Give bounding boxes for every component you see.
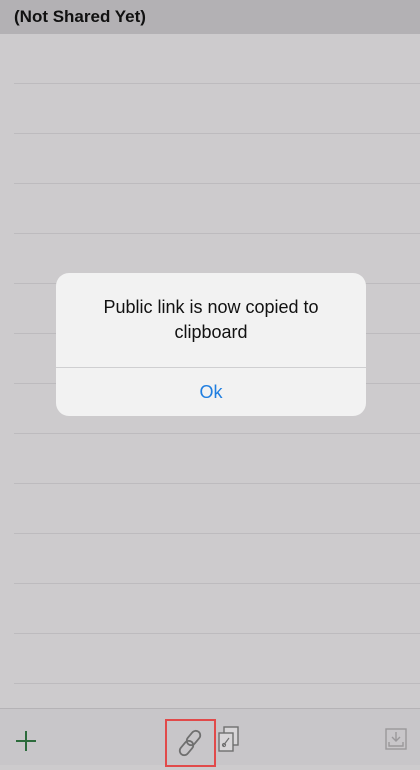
bottom-toolbar <box>0 708 420 767</box>
add-button[interactable] <box>12 727 40 755</box>
alert-dialog: Public link is now copied to clipboard O… <box>56 273 366 416</box>
header-bar: (Not Shared Yet) <box>0 0 420 34</box>
download-button[interactable] <box>383 725 409 753</box>
link-icon <box>178 729 202 757</box>
download-tray-icon <box>385 728 407 750</box>
share-status-title: (Not Shared Yet) <box>14 7 146 26</box>
plus-icon <box>16 731 36 751</box>
alert-message: Public link is now copied to clipboard <box>103 297 319 342</box>
ok-button[interactable]: Ok <box>56 368 366 416</box>
copy-document-icon <box>218 726 239 752</box>
copy-document-button[interactable] <box>216 724 242 754</box>
copy-public-link-button[interactable] <box>165 719 216 767</box>
